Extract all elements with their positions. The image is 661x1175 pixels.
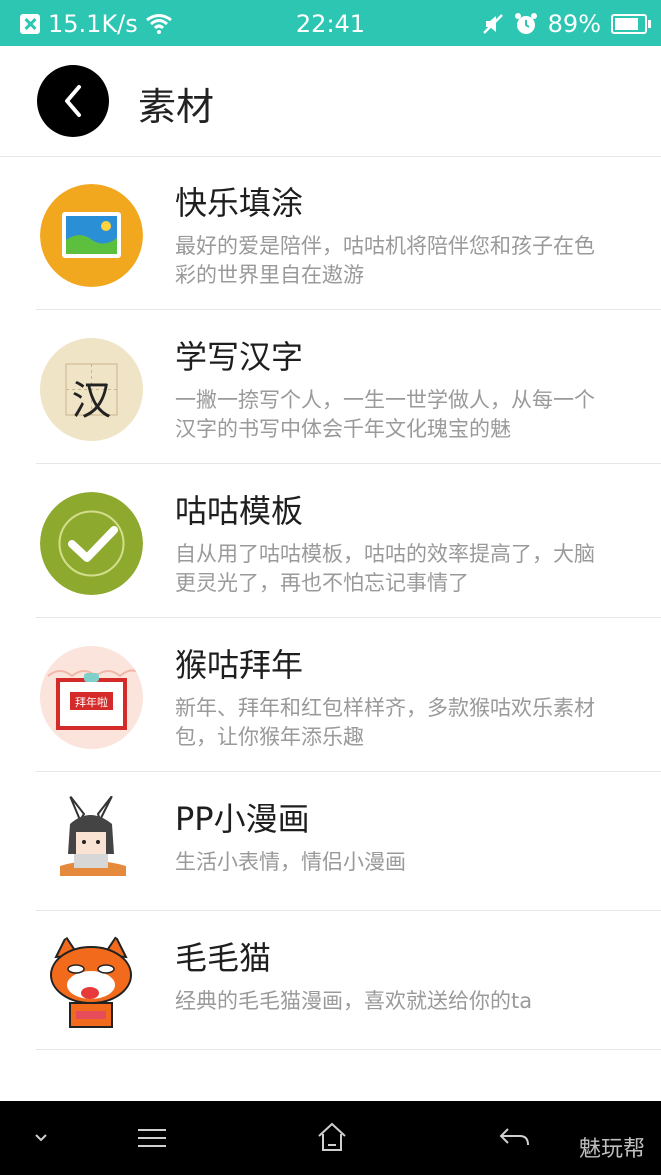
item-description: 新年、拜年和红包样样齐，多款猴咕欢乐素材包，让你猴年添乐趣 — [175, 696, 595, 749]
list-item[interactable]: PP小漫画 生活小表情，情侣小漫画 — [36, 772, 661, 911]
chinese-character-thumb-icon: 汉 — [40, 338, 143, 441]
item-title: PP小漫画 — [175, 800, 310, 838]
coloring-thumb-icon — [40, 184, 143, 287]
list-item[interactable]: 快乐填涂 最好的爱是陪伴，咕咕机将陪伴您和孩子在色彩的世界里自在遨游 — [36, 156, 661, 310]
item-title: 咕咕模板 — [175, 492, 304, 530]
checkmark-thumb-icon — [40, 492, 143, 595]
menu-icon[interactable] — [138, 1127, 166, 1149]
item-description: 一撇一捺写个人，一生一世学做人，从每一个汉字的书写中体会千年文化瑰宝的魅 — [175, 388, 595, 441]
system-navbar: 魅玩帮 — [0, 1101, 661, 1175]
back-button[interactable] — [37, 65, 109, 137]
watermark-text: 魅玩帮 — [578, 1137, 645, 1162]
list-item[interactable]: 咕咕模板 自从用了咕咕模板，咕咕的效率提高了，大脑更灵光了，再也不怕忘记事情了 — [36, 464, 661, 618]
list-item[interactable]: 汉 学写汉字 一撇一捺写个人，一生一世学做人，从每一个汉字的书写中体会千年文化瑰… — [36, 310, 661, 464]
item-title: 毛毛猫 — [175, 939, 272, 977]
comic-girl-thumb-icon — [40, 792, 143, 895]
chevron-down-icon[interactable] — [34, 1133, 48, 1143]
new-year-thumb-icon: 拜年啦 — [40, 646, 143, 749]
item-description: 最好的爱是陪伴，咕咕机将陪伴您和孩子在色彩的世界里自在遨游 — [175, 234, 595, 287]
item-description: 生活小表情，情侣小漫画 — [175, 850, 406, 874]
thumb-label: 拜年啦 — [75, 696, 108, 709]
item-description: 经典的毛毛猫漫画，喜欢就送给你的ta — [175, 989, 533, 1013]
battery-icon — [611, 14, 651, 34]
status-right: 89% — [482, 10, 651, 38]
item-description: 自从用了咕咕模板，咕咕的效率提高了，大脑更灵光了，再也不怕忘记事情了 — [175, 542, 595, 595]
list-item[interactable]: 毛毛猫 经典的毛毛猫漫画，喜欢就送给你的ta — [36, 911, 661, 1050]
material-list: 快乐填涂 最好的爱是陪伴，咕咕机将陪伴您和孩子在色彩的世界里自在遨游 汉 学写汉… — [0, 156, 661, 1050]
back-arrow-icon[interactable] — [498, 1125, 530, 1149]
app-header: 素材 — [0, 46, 661, 157]
list-item[interactable]: 拜年啦 猴咕拜年 新年、拜年和红包样样齐，多款猴咕欢乐素材包，让你猴年添乐趣 — [36, 618, 661, 772]
status-bar: 15.1K/s 22:41 89% — [0, 0, 661, 46]
home-icon[interactable] — [316, 1121, 348, 1153]
item-title: 快乐填涂 — [175, 184, 304, 222]
page-title: 素材 — [138, 85, 215, 129]
item-title: 学写汉字 — [175, 338, 304, 376]
chevron-left-icon — [65, 85, 81, 117]
thumb-character: 汉 — [71, 378, 112, 424]
mute-icon — [482, 14, 503, 34]
item-title: 猴咕拜年 — [175, 646, 304, 684]
alarm-icon — [514, 13, 537, 34]
battery-level: 89% — [547, 10, 601, 38]
cat-thumb-icon — [40, 931, 143, 1034]
